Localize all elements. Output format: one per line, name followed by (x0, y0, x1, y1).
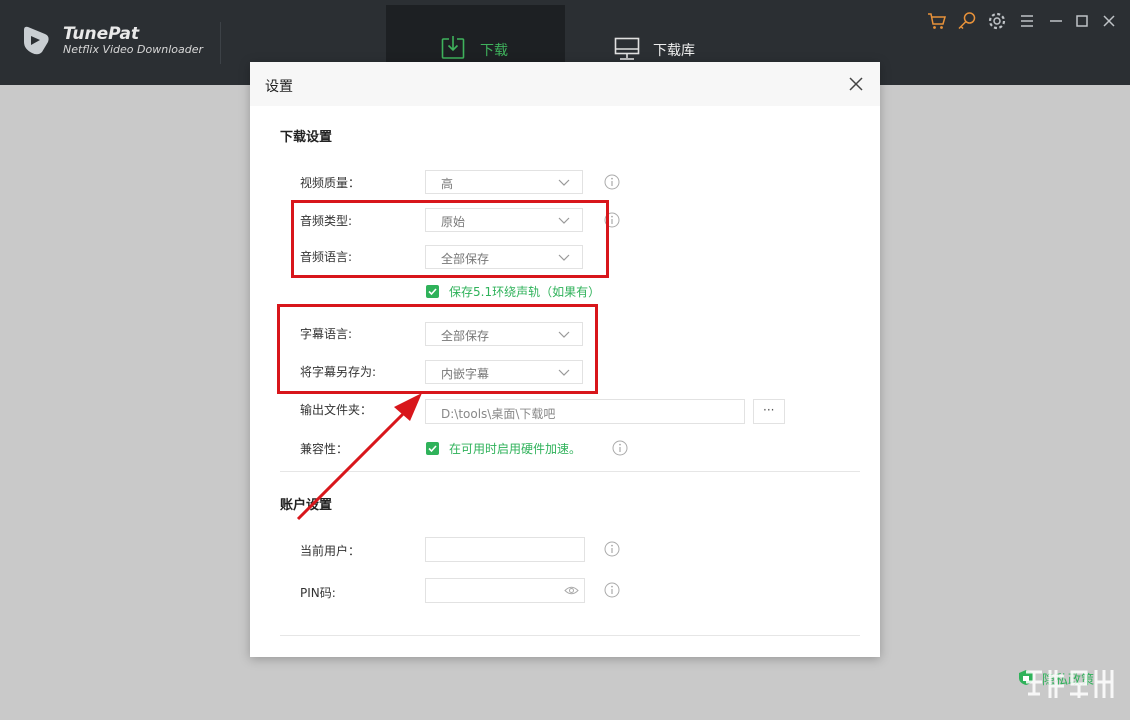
brand-subtitle: Netflix Video Downloader (63, 43, 204, 56)
current-user-label: 当前用户： (300, 544, 361, 558)
browse-folder-label: ··· (763, 403, 775, 417)
checkmark-icon (428, 288, 437, 296)
surround-checkbox[interactable] (426, 285, 439, 298)
video-quality-select[interactable]: 高 (425, 170, 583, 194)
download-settings-title: 下载设置 (280, 130, 333, 145)
menu-icon[interactable] (1017, 11, 1037, 31)
dialog-title: 设置 (265, 79, 293, 95)
info-icon[interactable] (612, 440, 628, 456)
dialog-header (250, 62, 880, 106)
chevron-down-icon (558, 179, 570, 186)
maximize-icon[interactable] (1072, 11, 1092, 31)
info-icon[interactable] (604, 174, 620, 190)
cart-icon[interactable] (927, 11, 947, 31)
pin-label: PIN码: (300, 586, 336, 600)
video-quality-value: 高 (441, 177, 454, 191)
monitor-icon (614, 37, 640, 60)
settings-dialog: 设置 下载设置 视频质量： 高 音频类型: 原始 音频语言: 全部保存 保存5.… (250, 62, 880, 657)
annotation-arrow (296, 393, 422, 521)
video-quality-label: 视频质量： (300, 176, 361, 190)
tunepat-logo-icon (24, 26, 49, 55)
close-icon[interactable] (1099, 11, 1119, 31)
download-icon (441, 36, 465, 59)
minimize-icon[interactable] (1046, 11, 1066, 31)
browse-folder-button[interactable]: ··· (753, 399, 785, 424)
tab-download-label[interactable]: 下载 (480, 40, 508, 60)
pin-input[interactable] (425, 578, 585, 603)
info-icon[interactable] (604, 541, 620, 557)
gear-icon[interactable] (987, 11, 1007, 31)
key-icon[interactable] (957, 11, 977, 31)
brand-divider (220, 22, 221, 64)
hardware-acceleration-label[interactable]: 在可用时启用硬件加速。 (449, 440, 581, 457)
surround-checkbox-label[interactable]: 保存5.1环绕声轨（如果有） (449, 283, 600, 300)
info-icon[interactable] (604, 582, 620, 598)
section-divider-bottom (280, 635, 860, 636)
brand-name: TunePat (63, 24, 140, 44)
output-folder-input[interactable]: D:\tools\桌面\下载吧 (425, 399, 745, 424)
close-icon[interactable] (848, 76, 864, 92)
eye-icon[interactable] (564, 585, 579, 596)
watermark-logo (1026, 670, 1114, 698)
current-user-input[interactable] (425, 537, 585, 562)
annotation-box-subtitle (277, 304, 598, 394)
annotation-box-audio (291, 200, 609, 278)
output-folder-value: D:\tools\桌面\下载吧 (441, 407, 556, 421)
tab-library-label[interactable]: 下载库 (653, 40, 695, 60)
